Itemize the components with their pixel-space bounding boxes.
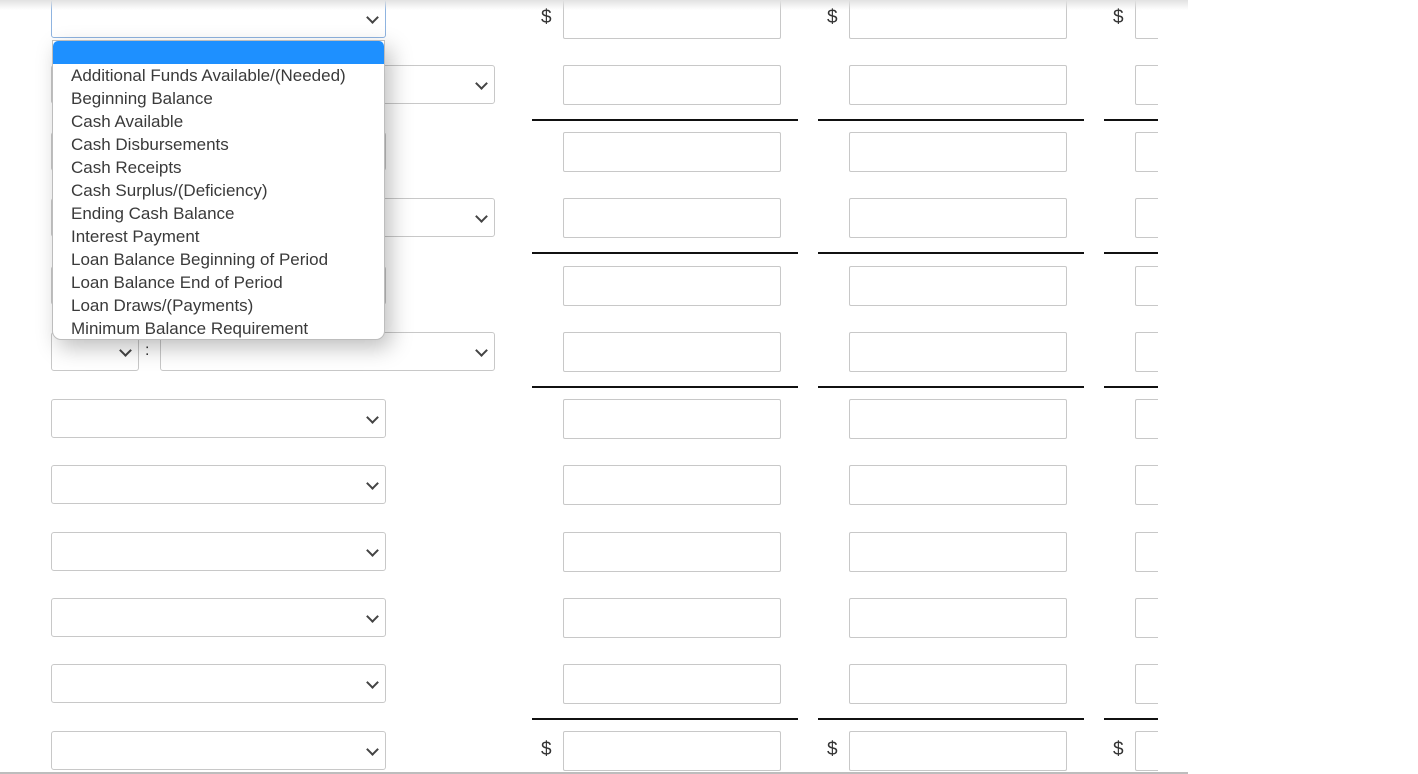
chevron-down-icon: [366, 544, 379, 557]
amount-input[interactable]: [849, 731, 1067, 771]
currency-symbol: $: [1113, 7, 1124, 28]
amount-input[interactable]: [849, 598, 1067, 638]
amount-input[interactable]: [849, 198, 1067, 238]
budget-row: [0, 532, 1158, 573]
dropdown-option[interactable]: Ending Cash Balance: [53, 202, 384, 225]
dropdown-option[interactable]: Minimum Balance Requirement: [53, 317, 384, 339]
chevron-down-icon: [366, 676, 379, 689]
amount-input[interactable]: [563, 266, 781, 306]
subtotal-rule: [1104, 119, 1158, 121]
chevron-down-icon: [366, 411, 379, 424]
dropdown-option[interactable]: Cash Receipts: [53, 156, 384, 179]
budget-row: $ $ $: [0, 0, 1158, 40]
amount-input[interactable]: [849, 399, 1067, 439]
subtotal-rule: [532, 119, 798, 121]
amount-input[interactable]: [1135, 465, 1158, 505]
amount-input[interactable]: [849, 132, 1067, 172]
dropdown-option[interactable]: Cash Surplus/(Deficiency): [53, 179, 384, 202]
budget-row: [0, 465, 1158, 506]
label-dropdown-list[interactable]: Additional Funds Available/(Needed) Begi…: [52, 40, 385, 340]
dropdown-option[interactable]: Loan Balance Beginning of Period: [53, 248, 384, 271]
amount-input[interactable]: [563, 198, 781, 238]
chevron-down-icon: [475, 344, 488, 357]
amount-input[interactable]: [563, 0, 781, 39]
budget-row: $ $ $: [0, 731, 1158, 772]
amount-input[interactable]: [1135, 399, 1158, 439]
amount-input[interactable]: [563, 664, 781, 704]
label-select[interactable]: [51, 664, 386, 703]
chevron-down-icon: [366, 11, 379, 24]
amount-input[interactable]: [1135, 731, 1158, 771]
amount-input[interactable]: [849, 532, 1067, 572]
currency-symbol: $: [541, 7, 552, 28]
currency-symbol: $: [827, 739, 838, 760]
amount-input[interactable]: [1135, 266, 1158, 306]
amount-input[interactable]: [563, 132, 781, 172]
subtotal-rule: [818, 718, 1084, 720]
label-select[interactable]: [51, 399, 386, 438]
amount-input[interactable]: [563, 465, 781, 505]
amount-input[interactable]: [849, 65, 1067, 105]
subtotal-rule: [532, 386, 798, 388]
chevron-down-icon: [475, 77, 488, 90]
amount-input[interactable]: [1135, 65, 1158, 105]
subtotal-rule: [1104, 718, 1158, 720]
amount-input[interactable]: [849, 266, 1067, 306]
amount-input[interactable]: [563, 332, 781, 372]
chevron-down-icon: [119, 344, 132, 357]
dropdown-option-blank-highlighted[interactable]: [53, 41, 384, 64]
label-select[interactable]: [51, 0, 386, 38]
subtotal-rule: [1104, 386, 1158, 388]
budget-row: [0, 598, 1158, 639]
subtotal-rule: [818, 386, 1084, 388]
amount-input[interactable]: [849, 0, 1067, 39]
dropdown-option[interactable]: Loan Draws/(Payments): [53, 294, 384, 317]
currency-symbol: $: [1113, 739, 1124, 760]
amount-input[interactable]: [563, 399, 781, 439]
chevron-down-icon: [366, 477, 379, 490]
subtotal-rule: [818, 252, 1084, 254]
amount-input[interactable]: [1135, 132, 1158, 172]
budget-row: [0, 664, 1158, 705]
amount-input[interactable]: [849, 332, 1067, 372]
amount-input[interactable]: [1135, 0, 1158, 39]
label-select[interactable]: [51, 465, 386, 504]
amount-input[interactable]: [563, 731, 781, 771]
chevron-down-icon: [366, 743, 379, 756]
amount-input[interactable]: [1135, 664, 1158, 704]
amount-input[interactable]: [1135, 598, 1158, 638]
dropdown-option[interactable]: Cash Disbursements: [53, 133, 384, 156]
dropdown-option[interactable]: Interest Payment: [53, 225, 384, 248]
subtotal-rule: [818, 119, 1084, 121]
amount-input[interactable]: [849, 664, 1067, 704]
chevron-down-icon: [475, 210, 488, 223]
subtotal-rule: [1104, 252, 1158, 254]
chevron-down-icon: [366, 610, 379, 623]
amount-input[interactable]: [563, 598, 781, 638]
subtotal-rule: [532, 718, 798, 720]
currency-symbol: $: [541, 739, 552, 760]
amount-input[interactable]: [1135, 532, 1158, 572]
amount-input[interactable]: [849, 465, 1067, 505]
currency-symbol: $: [827, 7, 838, 28]
dropdown-option[interactable]: Cash Available: [53, 110, 384, 133]
dropdown-option[interactable]: Loan Balance End of Period: [53, 271, 384, 294]
label-select[interactable]: [51, 598, 386, 637]
amount-input[interactable]: [563, 65, 781, 105]
dropdown-option[interactable]: Beginning Balance: [53, 87, 384, 110]
split-separator: :: [145, 342, 150, 359]
budget-row: [0, 399, 1158, 440]
amount-input[interactable]: [563, 532, 781, 572]
label-select[interactable]: [51, 731, 386, 770]
label-select[interactable]: [51, 532, 386, 571]
amount-input[interactable]: [1135, 198, 1158, 238]
amount-input[interactable]: [1135, 332, 1158, 372]
cash-budget-form: $$$:::$$$ Additional Funds Available/(Ne…: [0, 0, 1188, 774]
dropdown-option[interactable]: Additional Funds Available/(Needed): [53, 64, 384, 87]
subtotal-rule: [532, 252, 798, 254]
